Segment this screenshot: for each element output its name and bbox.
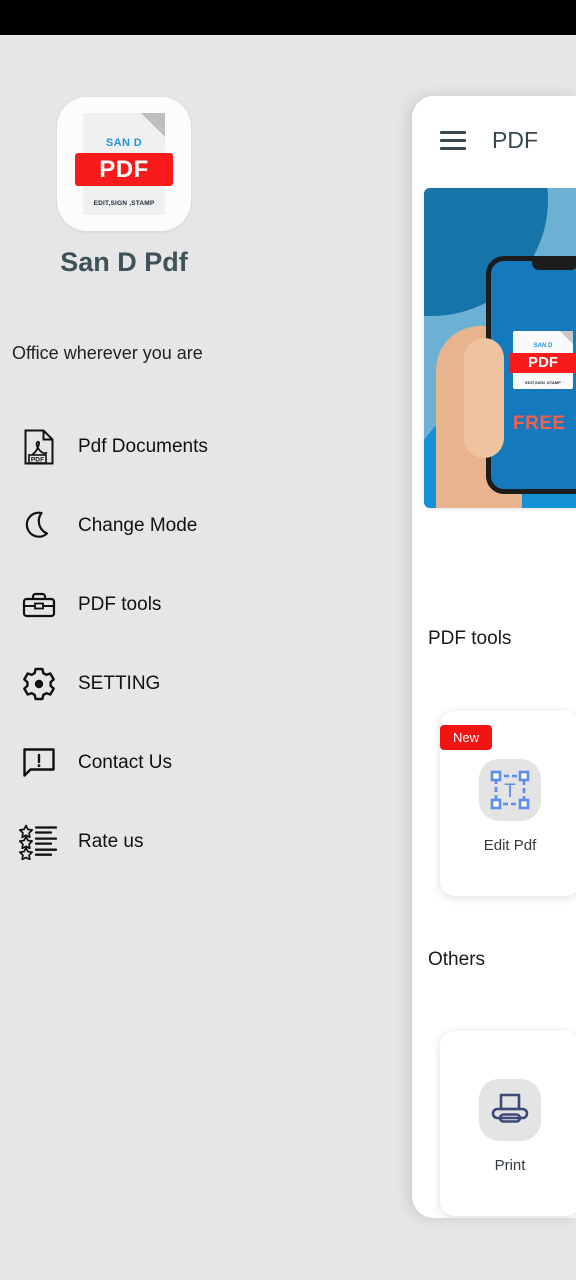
sidebar-item-pdf-documents[interactable]: PDF Pdf Documents	[0, 407, 412, 486]
svg-text:PDF: PDF	[31, 456, 44, 463]
banner-thumb	[464, 338, 504, 458]
banner-brand-tagline: EDIT,SIGN ,STAMP	[525, 380, 561, 385]
drawer-menu: PDF Pdf Documents Change Mode PDF tools …	[0, 407, 412, 881]
app-icon-brand-main: PDF	[75, 153, 173, 186]
app-title: San D Pdf	[60, 247, 188, 277]
banner-headline: FREE	[513, 413, 566, 434]
pdf-file-icon: PDF	[16, 429, 62, 465]
app-tagline: Office wherever you are	[12, 343, 203, 363]
main-content-panel: PDF SAN D PDF EDIT,SIGN ,STAMP FREE PDF …	[412, 96, 576, 1218]
sidebar-item-change-mode[interactable]: Change Mode	[0, 486, 412, 565]
app-icon-page-fold	[141, 113, 165, 137]
banner-brand-main: PDF	[509, 353, 576, 373]
phone-notch	[532, 261, 576, 270]
app-icon-brand-tagline: EDIT,SIGN ,STAMP	[93, 200, 155, 207]
app-icon: SAN D PDF EDIT,SIGN ,STAMP	[57, 97, 191, 231]
section-title-others: Others	[428, 949, 486, 970]
gear-icon	[16, 667, 62, 701]
page-title: PDF	[492, 126, 538, 153]
section-title-pdf-tools: PDF tools	[428, 628, 512, 649]
navigation-drawer: SAN D PDF EDIT,SIGN ,STAMP San D Pdf Off…	[0, 35, 412, 1280]
sidebar-item-label: SETTING	[78, 672, 161, 694]
app-icon-brand-top: SAN D	[105, 137, 143, 149]
status-bar	[0, 0, 576, 35]
sidebar-item-pdf-tools[interactable]: PDF tools	[0, 565, 412, 644]
tool-card-label: Edit Pdf	[483, 837, 537, 854]
printer-icon	[479, 1079, 541, 1141]
tool-card-print[interactable]: Print	[440, 1031, 576, 1216]
hamburger-menu-icon[interactable]	[440, 126, 466, 155]
app-screen: SAN D PDF EDIT,SIGN ,STAMP San D Pdf Off…	[0, 0, 576, 1280]
sidebar-item-rate-us[interactable]: Rate us	[0, 802, 412, 881]
svg-text:T: T	[504, 781, 516, 802]
tool-card-edit-pdf[interactable]: New T Edit Pdf	[440, 711, 576, 896]
message-alert-icon	[16, 746, 62, 780]
sidebar-item-label: Rate us	[78, 830, 144, 852]
banner-brand-top: SAN D	[533, 343, 553, 349]
sidebar-item-label: Pdf Documents	[78, 435, 208, 457]
sidebar-item-setting[interactable]: SETTING	[0, 644, 412, 723]
moon-icon	[16, 510, 62, 542]
promo-banner[interactable]: SAN D PDF EDIT,SIGN ,STAMP FREE	[424, 188, 576, 508]
tool-card-label: Print	[494, 1157, 526, 1174]
star-list-icon	[16, 824, 62, 860]
edit-text-box-icon: T	[479, 759, 541, 821]
sidebar-item-label: PDF tools	[78, 593, 162, 615]
sidebar-item-label: Change Mode	[78, 514, 198, 536]
banner-pdf-logo: SAN D PDF EDIT,SIGN ,STAMP	[509, 331, 576, 389]
app-icon-document-shape: SAN D PDF EDIT,SIGN ,STAMP	[75, 113, 173, 215]
toolbox-icon	[16, 591, 62, 619]
status-badge: New	[440, 725, 493, 750]
sidebar-item-label: Contact Us	[78, 751, 172, 773]
app-bar: PDF	[412, 96, 576, 184]
sidebar-item-contact-us[interactable]: Contact Us	[0, 723, 412, 802]
